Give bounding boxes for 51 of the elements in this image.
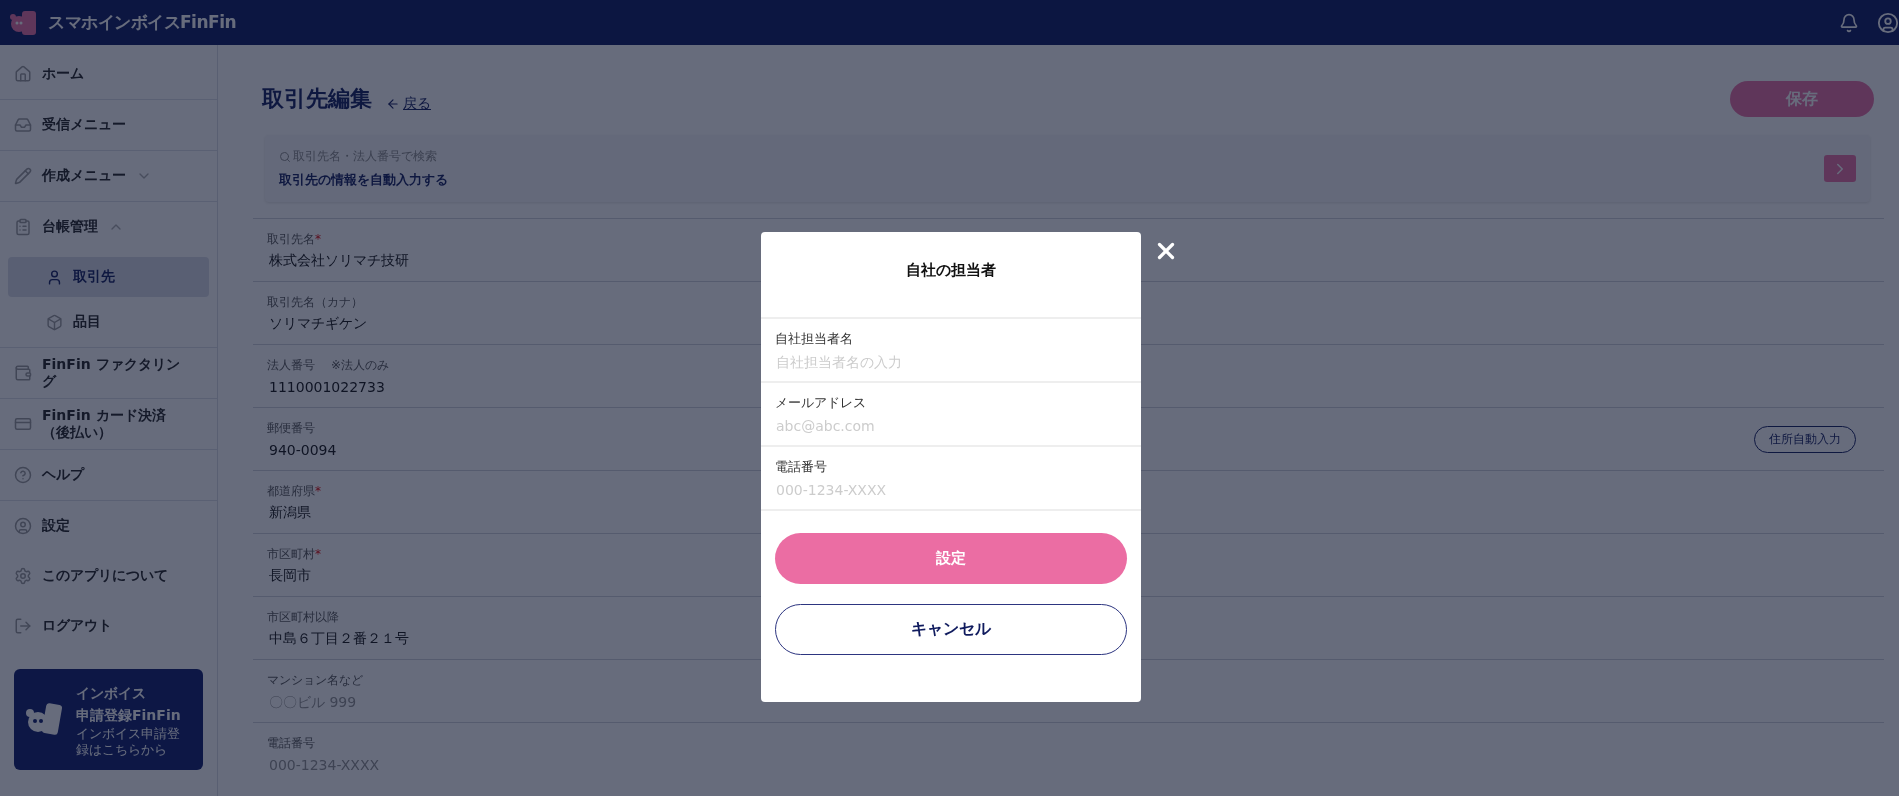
sidebar-item[interactable]: ホーム [0,49,217,99]
input-field[interactable]: 株式会社ソリマチ技研 [267,253,667,269]
input-field[interactable]: 長岡市 [267,568,667,584]
cancel-button[interactable]: キャンセル [775,604,1127,655]
page-title: 取引先編集 [262,85,372,113]
card-icon [14,415,32,433]
sidebar-item[interactable]: 作成メニュー [0,151,217,201]
sidebar-subitem[interactable]: 品目 [8,302,209,342]
person-icon [46,268,63,286]
bell-icon[interactable] [1839,12,1859,33]
banner-description: インボイス申請登録はこちらから [76,726,181,758]
field-label: メールアドレス [775,394,867,412]
sidebar-item[interactable]: ログアウト [0,601,217,651]
logout-icon [14,617,32,635]
dialog-title: 自社の担当者 [761,232,1141,319]
user-circle-icon [14,517,32,535]
sidebar-item[interactable]: 設定 [0,501,217,551]
sidebar-item[interactable]: FinFin カード決済（後払い） [0,399,217,449]
wallet-icon [14,364,32,382]
field-label: 法人番号 ※法人のみ [267,357,390,374]
field-label: 都道府県* [267,483,321,500]
clipboard-icon [14,218,32,236]
sidebar-item[interactable]: ヘルプ [0,450,217,500]
gear-icon [14,567,32,585]
banner-title: インボイス [76,683,147,703]
field-label: 取引先名（カナ） [267,294,363,311]
app-logo-text: スマホインボイスFinFin [48,11,237,34]
sidebar-item[interactable]: 台帳管理 [0,202,217,252]
sidebar-item[interactable]: 受信メニュー [0,100,217,150]
confirm-button[interactable]: 設定 [775,533,1127,584]
inbox-icon [14,116,32,134]
pencil-icon [14,167,32,185]
field-label: 取引先名* [267,231,321,248]
search-icon [279,150,291,163]
input-field[interactable]: 940-0094 [267,442,667,458]
home-icon [14,65,32,83]
input-field[interactable]: 新潟県 [267,505,667,521]
sidebar-subitem[interactable]: 取引先 [8,257,209,297]
input-field[interactable]: ソリマチギケン [267,316,667,332]
input-field[interactable]: 中島６丁目２番２１号 [267,631,667,647]
field-label: 電話番号 [775,458,828,476]
cube-icon [46,313,63,331]
field-label: 郵便番号 [267,420,315,437]
help-icon [14,466,32,484]
sidebar-item[interactable]: このアプリについて [0,551,217,601]
banner-title: 申請登録FinFin [76,705,182,725]
field-label: 自社担当者名 [775,330,854,348]
auto-fill-link[interactable]: 取引先の情報を自動入力する [279,171,448,189]
account-icon[interactable] [1877,11,1899,34]
input-field[interactable]: 1110001022733 [267,379,667,395]
sidebar-item[interactable]: FinFin ファクタリング [0,348,217,398]
